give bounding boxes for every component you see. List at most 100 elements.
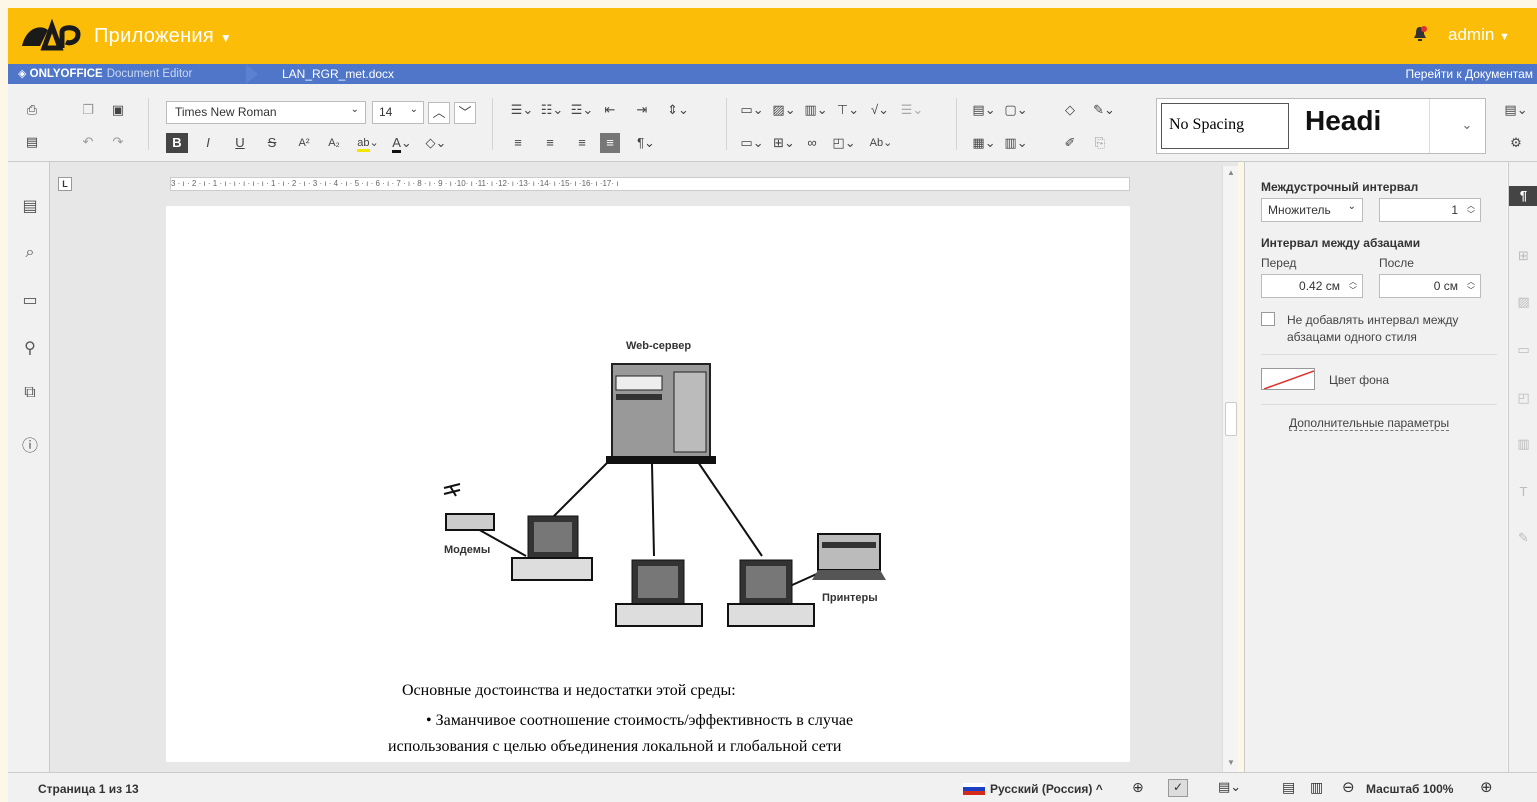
globe-icon[interactable]: ⊕ xyxy=(1132,779,1144,796)
style-heading[interactable]: Headi xyxy=(1293,101,1428,149)
chevron-down-icon[interactable]: ⌄ xyxy=(1457,115,1477,135)
decrease-indent-icon[interactable]: ⇤ xyxy=(600,100,620,120)
superscript-button[interactable]: A² xyxy=(294,133,314,153)
insert-table-icon[interactable]: ⊞⌄ xyxy=(770,133,798,153)
increase-indent-icon[interactable]: ⇥ xyxy=(632,100,652,120)
columns-icon[interactable]: ▥⌄ xyxy=(1002,133,1030,153)
underline-button[interactable]: U xyxy=(230,133,250,153)
zoom-in-icon[interactable]: ⊕ xyxy=(1480,778,1493,796)
chart-settings-icon[interactable]: ▥ xyxy=(1509,434,1537,454)
scroll-up-icon[interactable]: ▲ xyxy=(1225,168,1237,180)
insert-equation-icon[interactable]: √⌄ xyxy=(866,100,894,120)
comments-icon[interactable]: ▭ xyxy=(20,290,40,310)
line-spacing-icon[interactable]: ⇕⌄ xyxy=(664,100,692,120)
align-right-icon[interactable]: ≡ xyxy=(572,133,592,153)
page-break-icon[interactable]: ▭⌄ xyxy=(738,100,766,120)
spinner-icon[interactable]: ︿ ﹀ xyxy=(1349,277,1357,295)
hyperlink-icon[interactable]: ∞ xyxy=(802,133,822,153)
header-settings-icon[interactable]: ▭ xyxy=(1509,340,1537,360)
align-center-icon[interactable]: ≡ xyxy=(540,133,560,153)
advanced-settings-link[interactable]: Дополнительные параметры xyxy=(1289,416,1450,431)
table-settings-icon[interactable]: ⊞ xyxy=(1509,246,1537,266)
multilevel-list-icon[interactable]: ☲⌄ xyxy=(568,100,596,120)
header-footer-icon[interactable]: ▭⌄ xyxy=(738,133,766,153)
plugins-icon[interactable]: ⧉ xyxy=(20,384,40,404)
print-icon[interactable]: ⎙ xyxy=(22,100,42,120)
format-painter-icon[interactable]: ✐ xyxy=(1060,133,1080,153)
shape-settings-icon[interactable]: ◰ xyxy=(1509,388,1537,408)
after-spacing-input[interactable]: 0 см ︿ ﹀ xyxy=(1379,274,1481,298)
mail-merge-icon[interactable]: ⎘ xyxy=(1090,133,1110,153)
bell-icon[interactable] xyxy=(1413,26,1427,42)
page-indicator[interactable]: Страница 1 из 13 xyxy=(38,782,139,796)
signature-settings-icon[interactable]: ✎ xyxy=(1509,528,1537,548)
user-menu[interactable]: admin ▼ xyxy=(1448,25,1510,45)
view-settings-icon[interactable]: ▤⌄ xyxy=(1504,100,1528,120)
page-orientation-icon[interactable]: ▤⌄ xyxy=(970,100,998,120)
goto-documents-link[interactable]: Перейти к Документам xyxy=(1406,67,1534,81)
spinner-icon[interactable]: ︿ ﹀ xyxy=(1467,277,1475,295)
numbering-icon[interactable]: ☷⌄ xyxy=(538,100,566,120)
text-art-icon[interactable]: Ab⌄ xyxy=(864,133,898,153)
fit-width-icon[interactable]: ▥ xyxy=(1310,779,1323,796)
copy-icon[interactable]: ❐ xyxy=(78,100,98,120)
paste-icon[interactable]: ▣ xyxy=(108,100,128,120)
insert-chart-icon[interactable]: ▥⌄ xyxy=(802,100,830,120)
onlyoffice-brand[interactable]: ◈ ONLYOFFICE Document Editor xyxy=(18,67,192,80)
margins-icon[interactable]: ▦⌄ xyxy=(970,133,998,153)
paragraph-marks-icon[interactable]: ¶⌄ xyxy=(632,133,660,153)
fit-page-icon[interactable]: ▤ xyxy=(1282,779,1295,796)
gear-icon[interactable]: ⚙ xyxy=(1504,133,1528,153)
justify-icon[interactable]: ≡ xyxy=(600,133,620,153)
italic-button[interactable]: I xyxy=(198,133,218,153)
strikethrough-button[interactable]: S xyxy=(262,133,282,153)
before-spacing-input[interactable]: 0.42 см ︿ ﹀ xyxy=(1261,274,1363,298)
subscript-button[interactable]: A₂ xyxy=(324,133,344,153)
align-left-icon[interactable]: ≡ xyxy=(508,133,528,153)
app-logo[interactable] xyxy=(18,18,82,54)
highlight-color-button[interactable]: ab⌄ xyxy=(354,133,382,153)
font-color-button[interactable]: A⌄ xyxy=(388,133,416,153)
spellcheck-icon[interactable]: ✓ xyxy=(1168,779,1188,797)
spinner-icon[interactable]: ︿ ﹀ xyxy=(1467,201,1475,219)
save-icon[interactable]: ▤ xyxy=(22,132,42,152)
copy-style-icon[interactable]: ✎⌄ xyxy=(1090,100,1118,120)
font-name-select[interactable]: Times New Roman ⌄ xyxy=(166,101,366,124)
redo-icon[interactable]: ↷ xyxy=(108,132,128,152)
language-select[interactable]: Русский (Россия) ^ xyxy=(990,782,1103,796)
document-filename[interactable]: LAN_RGR_met.docx xyxy=(282,67,394,81)
undo-icon[interactable]: ↶ xyxy=(78,132,98,152)
scroll-down-icon[interactable]: ▼ xyxy=(1225,758,1237,770)
style-no-spacing[interactable]: No Spacing xyxy=(1161,103,1289,149)
search-icon[interactable]: ⌕ xyxy=(20,244,40,264)
increase-font-button[interactable]: ︿ xyxy=(428,102,450,124)
horizontal-ruler[interactable]: 3 · ı · 2 · ı · 1 · ı · ı · ı · ı · ı · … xyxy=(170,177,1130,191)
textart-settings-icon[interactable]: T xyxy=(1509,482,1537,502)
shading-button[interactable]: ◇⌄ xyxy=(422,133,450,153)
apps-menu[interactable]: Приложения ▼ xyxy=(94,25,232,48)
insert-textbox-icon[interactable]: ⊤⌄ xyxy=(834,100,862,120)
line-spacing-mode-select[interactable]: Множитель ⌄ xyxy=(1261,198,1363,222)
background-color-button[interactable] xyxy=(1261,368,1315,390)
font-size-select[interactable]: 14 ⌄ xyxy=(372,101,424,124)
vertical-scrollbar[interactable]: ▲ ▼ xyxy=(1222,166,1238,772)
image-settings-icon[interactable]: ▨ xyxy=(1509,292,1537,312)
track-changes-icon[interactable]: ▤⌄ xyxy=(1218,779,1241,795)
insert-dropcap-icon[interactable]: ☰⌄ xyxy=(898,100,926,120)
decrease-font-button[interactable]: ﹀ xyxy=(454,102,476,124)
insert-image-icon[interactable]: ▨⌄ xyxy=(770,100,798,120)
user-icon[interactable]: ⚲ xyxy=(20,338,40,358)
scrollbar-thumb[interactable] xyxy=(1225,402,1237,436)
bullets-icon[interactable]: ☰⌄ xyxy=(508,100,536,120)
clear-style-icon[interactable]: ◇ xyxy=(1060,100,1080,120)
paragraph-settings-icon[interactable]: ¶ xyxy=(1509,186,1537,206)
line-spacing-value-input[interactable]: 1 ︿ ﹀ xyxy=(1379,198,1481,222)
tab-stop-selector[interactable]: L xyxy=(58,177,72,191)
file-icon[interactable]: ▤ xyxy=(20,196,40,216)
bold-button[interactable]: B xyxy=(166,133,188,153)
insert-shape-icon[interactable]: ◰⌄ xyxy=(830,133,858,153)
page-size-icon[interactable]: ▢⌄ xyxy=(1002,100,1030,120)
no-interval-checkbox[interactable] xyxy=(1261,312,1275,326)
info-icon[interactable]: ⓘ xyxy=(20,432,40,455)
document-page[interactable]: Web-сервер Модемы Принтеры Основные дост… xyxy=(166,206,1130,762)
